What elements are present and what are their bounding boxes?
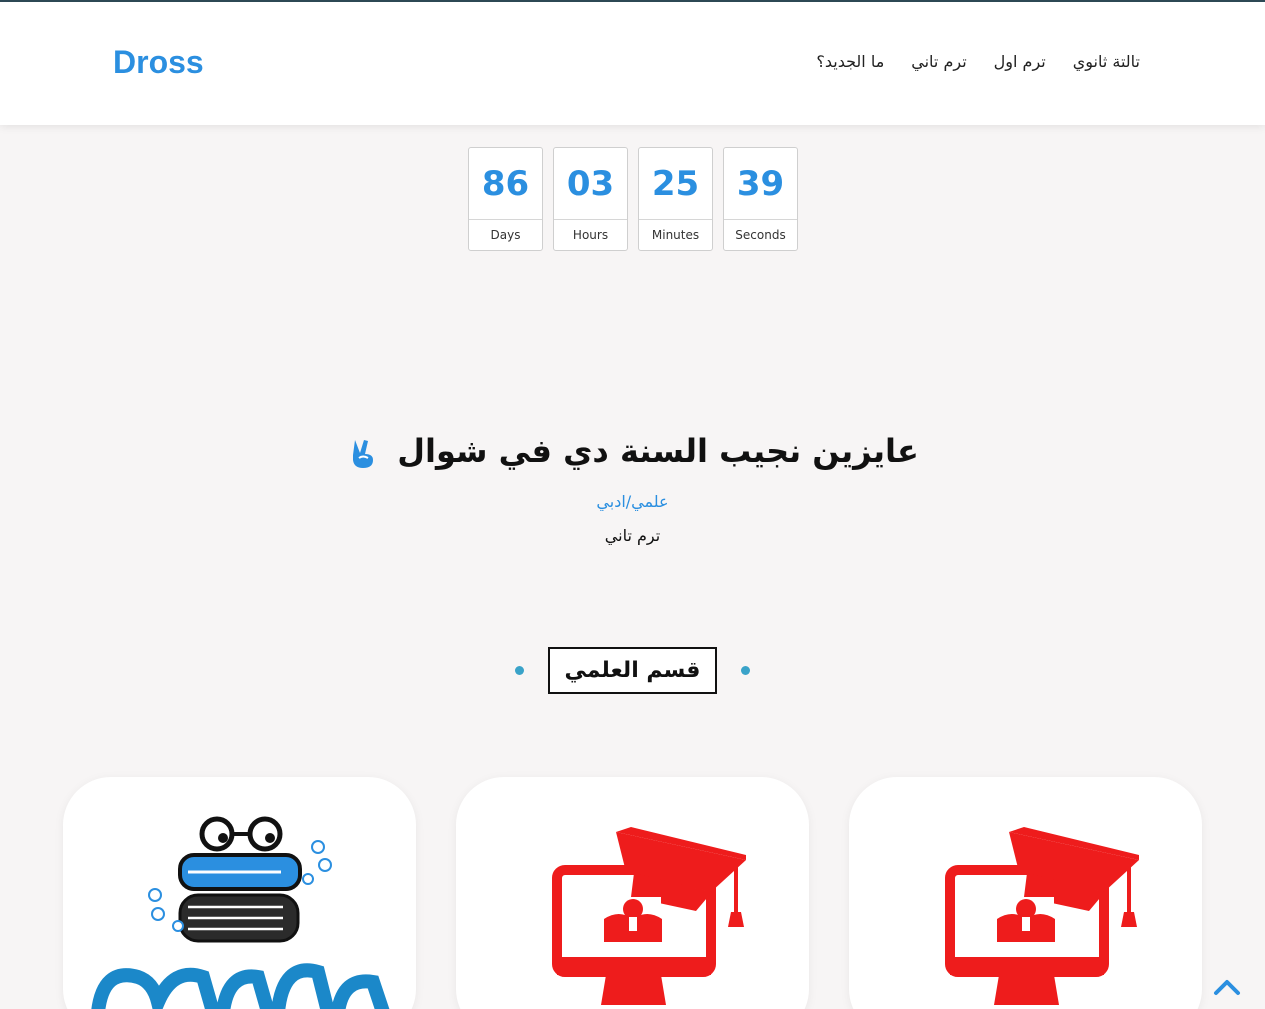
countdown-seconds-value: 39	[724, 148, 797, 220]
countdown-minutes-value: 25	[639, 148, 712, 220]
main-nav: ما الجديد؟ ترم تاني ترم اول تالتة ثانوي	[816, 52, 1140, 71]
hero-title-text: عايزين نجيب السنة دي في شوال	[397, 432, 919, 470]
countdown-timer: 86 Days 03 Hours 25 Minutes 39 Seconds	[468, 147, 798, 251]
nav-item-third-secondary[interactable]: تالتة ثانوي	[1073, 52, 1140, 71]
countdown-minutes: 25 Minutes	[638, 147, 713, 251]
nav-item-first-term[interactable]: ترم اول	[994, 52, 1046, 71]
countdown-hours-label: Hours	[572, 228, 609, 242]
countdown-seconds: 39 Seconds	[723, 147, 798, 251]
brand-logo-link[interactable]: Dross	[113, 44, 204, 81]
course-card-2[interactable]	[456, 777, 809, 1009]
graduation-computer-icon	[552, 827, 746, 1005]
hero-subtitle: علمي/ادبي	[596, 492, 669, 511]
graduation-computer-icon	[945, 827, 1139, 1005]
victory-hand-icon	[346, 436, 380, 470]
section-header: قسم العلمي	[0, 647, 1265, 694]
course-card-1[interactable]	[849, 777, 1202, 1009]
countdown-days: 86 Days	[468, 147, 543, 251]
top-navbar: Dross ما الجديد؟ ترم تاني ترم اول تالتة …	[0, 2, 1265, 125]
scroll-to-top-button[interactable]	[1212, 972, 1242, 1002]
left-dot-decoration	[514, 666, 524, 675]
books-glasses-logo	[91, 816, 390, 1009]
right-dot-decoration	[741, 666, 751, 675]
section-title: قسم العلمي	[547, 647, 718, 694]
countdown-seconds-label: Seconds	[735, 228, 786, 242]
hero-term: ترم تاني	[604, 526, 661, 545]
countdown-days-label: Days	[490, 228, 521, 242]
course-card-3[interactable]	[63, 777, 416, 1009]
chevron-up-icon	[1214, 980, 1240, 995]
countdown-days-value: 86	[469, 148, 542, 220]
countdown-hours: 03 Hours	[553, 147, 628, 251]
nav-item-second-term[interactable]: ترم تاني	[911, 52, 966, 71]
nav-item-whats-new[interactable]: ما الجديد؟	[816, 52, 884, 71]
countdown-hours-value: 03	[554, 148, 627, 220]
hero-title: عايزين نجيب السنة دي في شوال	[0, 432, 1265, 470]
countdown-minutes-label: Minutes	[651, 228, 700, 242]
